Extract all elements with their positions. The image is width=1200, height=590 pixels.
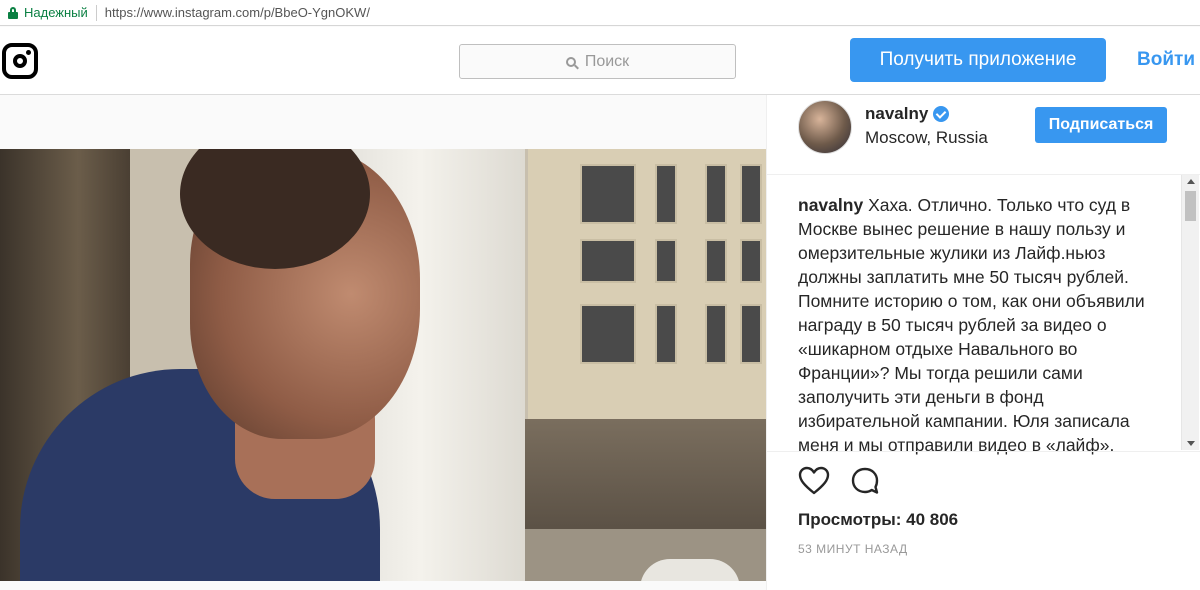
secure-label: Надежный xyxy=(24,5,88,20)
heart-icon[interactable] xyxy=(798,466,830,496)
post-timestamp[interactable]: 53 МИНУТ НАЗАД xyxy=(798,542,908,556)
avatar[interactable] xyxy=(798,100,852,154)
scroll-thumb[interactable] xyxy=(1185,191,1196,221)
scroll-down-arrow-icon[interactable] xyxy=(1187,441,1195,446)
post-side-panel: navalny Moscow, Russia Подписаться naval… xyxy=(766,95,1200,590)
browser-address-bar[interactable]: Надежный https://www.instagram.com/p/Bbe… xyxy=(0,0,1200,26)
search-input[interactable]: Поиск xyxy=(459,44,736,79)
login-link[interactable]: Войти xyxy=(1137,49,1195,71)
verified-badge-icon xyxy=(933,106,950,122)
views-count: Просмотры: 40 806 xyxy=(798,510,959,529)
post-location[interactable]: Moscow, Russia xyxy=(865,128,988,148)
post-actions: Просмотры: 40 806 53 МИНУТ НАЗАД xyxy=(767,451,1200,590)
search-icon xyxy=(565,56,576,67)
get-app-button[interactable]: Получить приложение xyxy=(850,38,1106,82)
post-username-text[interactable]: navalny xyxy=(865,104,928,124)
post-video[interactable] xyxy=(0,149,766,581)
post-username[interactable]: navalny xyxy=(865,104,950,124)
address-separator xyxy=(95,4,97,21)
url-text[interactable]: https://www.instagram.com/p/BbeO-YgnOKW/ xyxy=(105,5,370,20)
caption-text: Хаха. Отлично. Только что суд в Москве в… xyxy=(798,195,1145,455)
post-caption: navalny Хаха. Отлично. Только что суд в … xyxy=(798,193,1163,457)
post-header: navalny Moscow, Russia Подписаться xyxy=(767,95,1200,175)
search-placeholder: Поиск xyxy=(584,52,630,70)
comment-icon[interactable] xyxy=(850,466,880,496)
scroll-up-arrow-icon[interactable] xyxy=(1187,179,1195,184)
lock-icon xyxy=(8,6,18,19)
video-bystander xyxy=(640,559,740,581)
instagram-header: Поиск Получить приложение Войти xyxy=(0,27,1200,95)
follow-button[interactable]: Подписаться xyxy=(1035,107,1167,143)
caption-scrollbar[interactable] xyxy=(1181,175,1199,450)
instagram-logo-icon[interactable] xyxy=(2,43,38,79)
caption-username[interactable]: navalny xyxy=(798,195,863,215)
